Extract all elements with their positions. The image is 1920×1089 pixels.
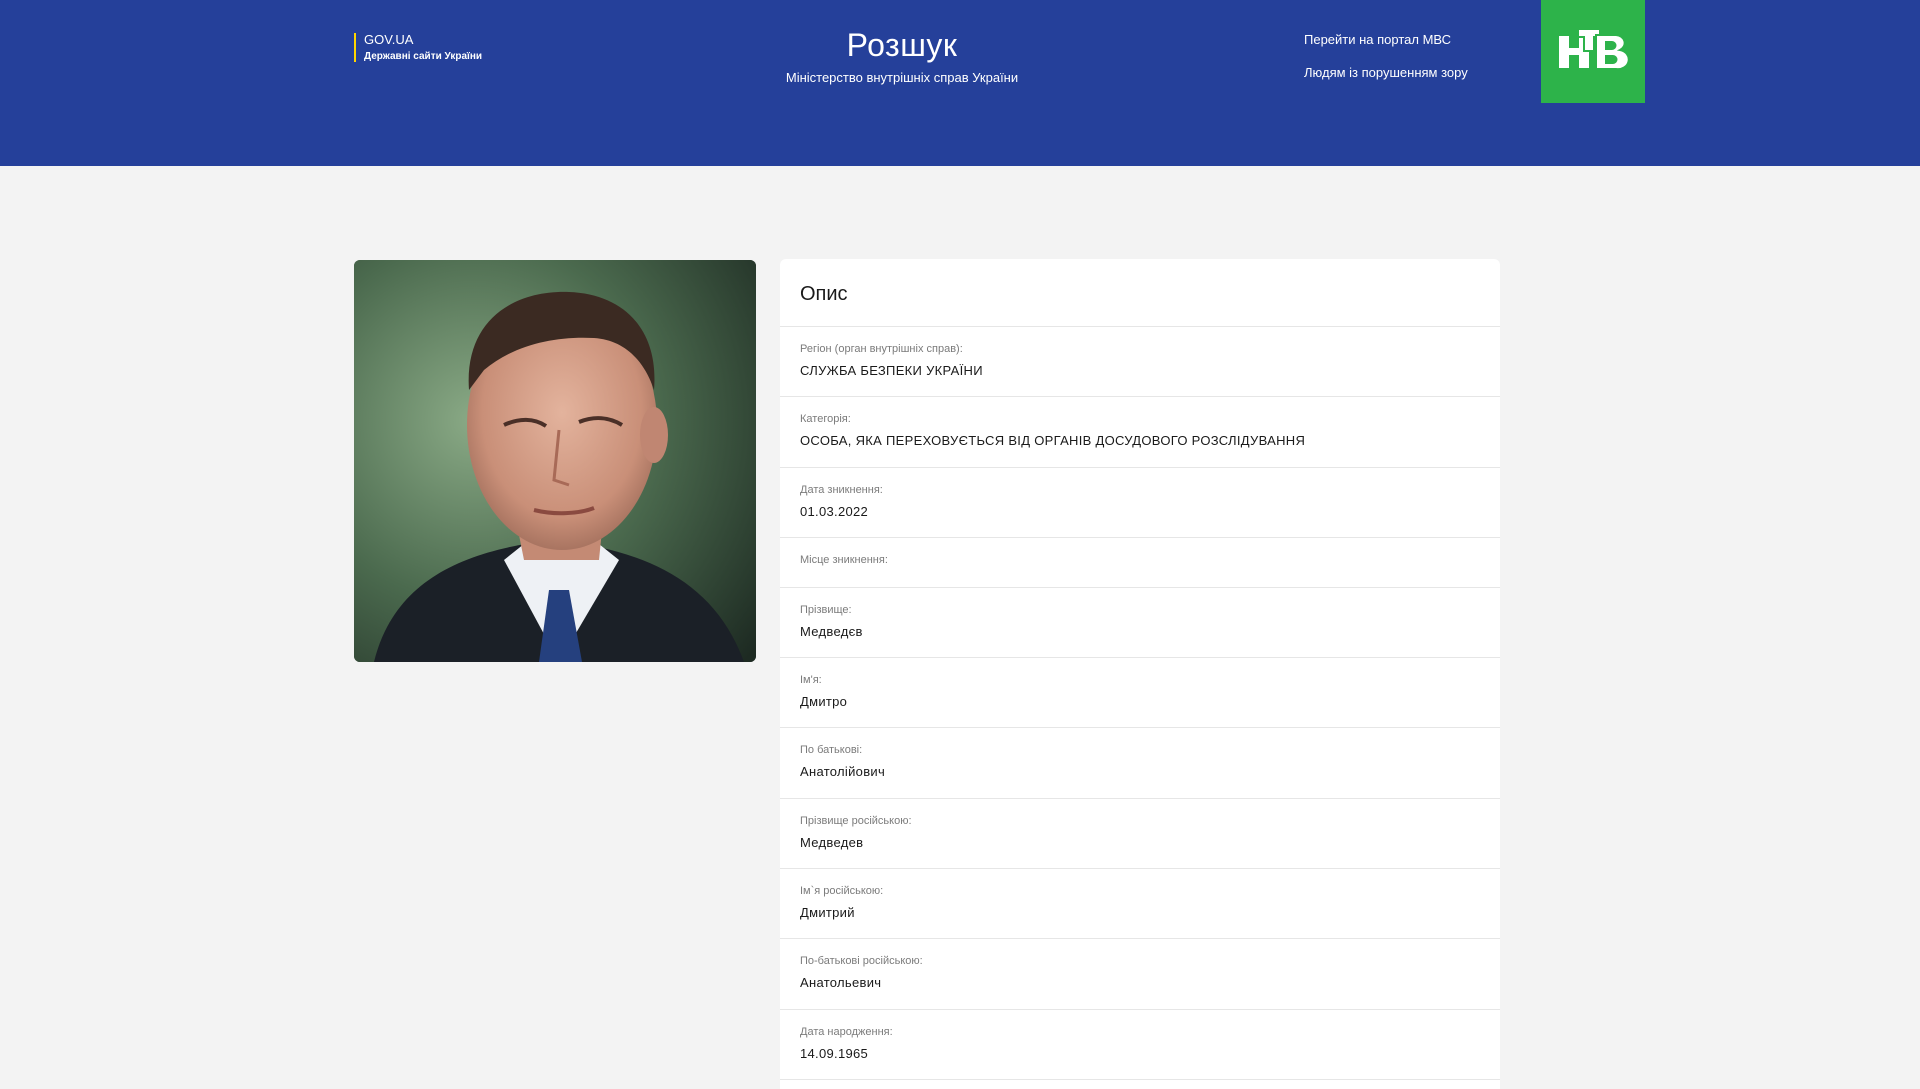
card-title: Опис (780, 259, 1500, 327)
field-value: Дмитро (800, 694, 848, 710)
field-patronymic-ru: По-батькові російською: Анатольевич (780, 939, 1500, 1010)
field-label: Регіон (орган внутрішніх справ): (800, 343, 963, 355)
field-label: Дата зникнення: (800, 483, 883, 496)
field-missing-date: Дата зникнення: 01.03.2022 (780, 468, 1500, 538)
field-first-name-ru: Ім`я російською: Дмитрий (780, 869, 1500, 940)
field-region: Регіон (орган внутрішніх справ): СЛУЖБА … (780, 327, 1500, 398)
field-label: Ім'я: (800, 674, 822, 687)
mvs-portal-link[interactable]: Перейти на портал МВС (1304, 33, 1468, 46)
field-surname: Прізвище: Медведєв (780, 588, 1500, 659)
field-label: Місце зникнення: (800, 553, 888, 566)
site-header: GOV.UA Державні сайти України Розшук Мін… (0, 0, 1920, 166)
field-missing-place: Місце зникнення: (780, 538, 1500, 588)
field-label: По батькові: (800, 744, 863, 757)
person-photo (354, 260, 756, 662)
field-value: Анатолійович (800, 764, 886, 780)
field-patronymic: По батькові: Анатолійович (780, 728, 1500, 799)
field-value: Медведев (800, 834, 864, 850)
field-value: 14.09.1965 (800, 1045, 869, 1061)
field-value: Дмитрий (800, 905, 855, 921)
field-label: По-батькові російською: (800, 955, 923, 968)
page-title: Розшук (846, 27, 958, 63)
field-label: Дата народження: (800, 1025, 893, 1038)
field-label: Ім`я російською: (800, 885, 884, 898)
field-value: ОСОБА, ЯКА ПЕРЕХОВУЄТЬСЯ ВІД ОРГАНІВ ДОС… (800, 433, 1306, 449)
field-label: Категорія: (800, 413, 851, 426)
field-first-name: Ім'я: Дмитро (780, 658, 1500, 729)
field-surname-ru: Прізвище російською: Медведев (780, 799, 1500, 870)
field-value: Медведєв (800, 623, 863, 639)
description-card: Опис Регіон (орган внутрішніх справ): СЛ… (780, 259, 1500, 1089)
site-title-block: Розшук Міністерство внутрішніх справ Укр… (0, 27, 1804, 85)
header-links: Перейти на портал МВС Людям із порушення… (1304, 33, 1468, 79)
ntv-logo-icon (1541, 0, 1645, 103)
field-label: Прізвище: (800, 603, 852, 616)
field-value: 01.03.2022 (800, 503, 869, 519)
accessibility-link[interactable]: Людям із порушенням зору (1304, 66, 1468, 79)
field-value: СЛУЖБА БЕЗПЕКИ УКРАЇНИ (800, 363, 983, 378)
field-birth-date: Дата народження: 14.09.1965 (780, 1010, 1500, 1080)
field-value: Анатольевич (800, 975, 882, 991)
field-category: Категорія: ОСОБА, ЯКА ПЕРЕХОВУЄТЬСЯ ВІД … (780, 397, 1500, 468)
field-label: Прізвище російською: (800, 814, 912, 827)
page-subtitle: Міністерство внутрішніх справ України (785, 70, 1019, 85)
